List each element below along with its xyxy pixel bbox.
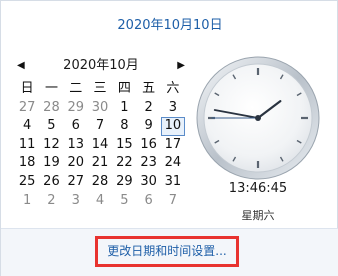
next-month-icon[interactable]: ▶ xyxy=(177,57,185,75)
calendar-day[interactable]: 22 xyxy=(112,154,136,173)
calendar-day-adjacent-month[interactable]: 2 xyxy=(39,192,63,211)
long-date-link[interactable]: 2020年10月10日 xyxy=(1,14,338,33)
calendar-day[interactable]: 26 xyxy=(39,173,63,192)
calendar-day[interactable]: 19 xyxy=(39,154,63,173)
calendar-day-adjacent-month[interactable]: 6 xyxy=(136,192,160,211)
footer-bar: 更改日期和时间设置... xyxy=(1,228,338,276)
calendar-day-adjacent-month[interactable]: 4 xyxy=(88,192,112,211)
calendar-day-adjacent-month[interactable]: 29 xyxy=(64,99,88,118)
calendar-navigation: ◀ 2020年10月 ▶ xyxy=(15,57,187,75)
calendar-day-adjacent-month[interactable]: 7 xyxy=(161,192,185,211)
weekday-header: 日 xyxy=(20,81,34,96)
calendar-day[interactable]: 27 xyxy=(64,173,88,192)
calendar-day[interactable]: 28 xyxy=(88,173,112,192)
month-title[interactable]: 2020年10月 xyxy=(15,57,187,75)
weekday-header: 三 xyxy=(93,81,107,96)
calendar-day[interactable]: 29 xyxy=(112,173,136,192)
calendar-day[interactable]: 2 xyxy=(136,99,160,118)
calendar-day-adjacent-month[interactable]: 27 xyxy=(15,99,39,118)
calendar-day[interactable]: 16 xyxy=(136,136,160,155)
calendar-day[interactable]: 11 xyxy=(15,136,39,155)
calendar-day[interactable]: 24 xyxy=(161,154,185,173)
weekday-header: 二 xyxy=(69,81,83,96)
calendar-day[interactable]: 18 xyxy=(15,154,39,173)
calendar-day[interactable]: 25 xyxy=(15,173,39,192)
change-date-time-settings-link[interactable]: 更改日期和时间设置... xyxy=(95,236,239,267)
calendar-day[interactable]: 4 xyxy=(15,117,39,136)
date-time-flyout: 2020年10月10日 ◀ 2020年10月 ▶ 日一二三四五六 27 28 29 30… xyxy=(0,0,338,276)
calendar-day[interactable]: 8 xyxy=(112,117,136,136)
calendar-day-adjacent-month[interactable]: 5 xyxy=(112,192,136,211)
calendar-day[interactable]: 9 xyxy=(136,117,160,136)
calendar-grid: 日一二三四五六 27 28 29 30 1 2 3 4 5 6 7 8 9 10 11 12 13 14 15 16 17… xyxy=(15,80,186,211)
calendar-day[interactable]: 15 xyxy=(112,136,136,155)
calendar-day[interactable]: 20 xyxy=(64,154,88,173)
calendar-day[interactable]: 7 xyxy=(88,117,112,136)
weekday-label: 星期六 xyxy=(241,209,275,222)
calendar-day[interactable]: 12 xyxy=(39,136,63,155)
calendar-day[interactable]: 30 xyxy=(136,173,160,192)
calendar-day[interactable]: 23 xyxy=(136,154,160,173)
calendar-day[interactable]: 5 xyxy=(39,117,63,136)
analog-clock xyxy=(196,56,320,180)
calendar-day-adjacent-month[interactable]: 30 xyxy=(88,99,112,118)
weekday-header: 六 xyxy=(166,81,180,96)
calendar-day[interactable]: 21 xyxy=(88,154,112,173)
calendar-day[interactable]: 10 xyxy=(160,117,186,136)
calendar-day[interactable]: 13 xyxy=(64,136,88,155)
calendar-day[interactable]: 31 xyxy=(161,173,185,192)
calendar-day[interactable]: 17 xyxy=(161,136,185,155)
weekday-header: 五 xyxy=(142,81,156,96)
digital-time: 13:46:45 xyxy=(228,181,288,196)
calendar-day[interactable]: 14 xyxy=(88,136,112,155)
calendar-day[interactable]: 1 xyxy=(112,99,136,118)
calendar-day[interactable]: 3 xyxy=(161,99,185,118)
weekday-header: 四 xyxy=(117,81,131,96)
clock-center-pin xyxy=(255,115,261,121)
calendar-day[interactable]: 6 xyxy=(64,117,88,136)
calendar-day-adjacent-month[interactable]: 28 xyxy=(39,99,63,118)
weekday-header: 一 xyxy=(44,81,58,96)
calendar-day-adjacent-month[interactable]: 3 xyxy=(64,192,88,211)
calendar-day-adjacent-month[interactable]: 1 xyxy=(15,192,39,211)
